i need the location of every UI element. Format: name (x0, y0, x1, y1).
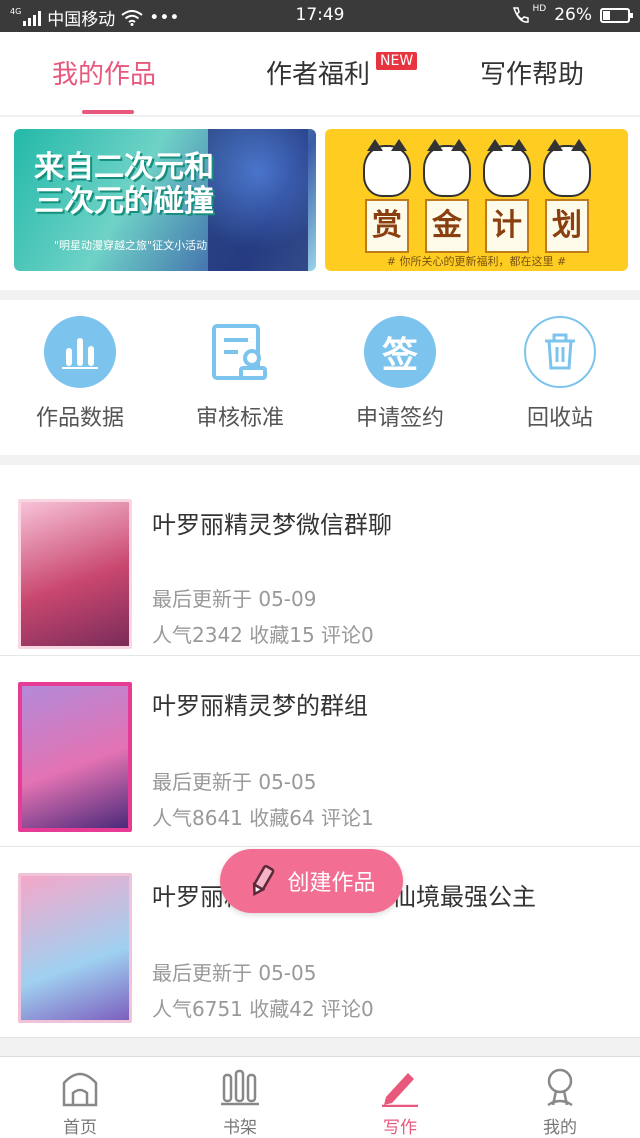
work-stats: 人气6751 收藏42 评论0 (152, 997, 374, 1021)
bar-chart-icon (44, 316, 116, 388)
hd-label: HD (532, 4, 547, 14)
nav-bookshelf[interactable]: 书架 (160, 1065, 320, 1138)
bounty-char: 计 (485, 199, 529, 253)
top-tabs: 我的作品 作者福利 NEW 写作帮助 (0, 32, 640, 116)
cat-illustration (423, 139, 471, 197)
cat-illustration (543, 139, 591, 197)
pencil-icon (253, 864, 275, 897)
tab-writing-help[interactable]: 写作帮助 (480, 54, 584, 91)
banner-area: 来自二次元和 三次元的碰撞 "明星动漫穿越之旅"征文小活动 赏 金 计 划 # … (0, 117, 640, 290)
sign-glyph: 签 (381, 335, 418, 376)
action-label: 回收站 (526, 406, 593, 431)
sign-icon: 签 (364, 316, 436, 388)
nav-label: 我的 (543, 1118, 577, 1138)
new-badge: NEW (376, 52, 418, 70)
banner-left-title-line1: 来自二次元和 (34, 150, 214, 185)
cat-illustration (483, 139, 531, 197)
banner-left-subtitle: "明星动漫穿越之旅"征文小活动 (54, 239, 208, 252)
action-apply-contract[interactable]: 签 申请签约 (320, 316, 480, 432)
bounty-char: 划 (545, 199, 589, 253)
profile-icon (480, 1065, 640, 1109)
work-updated: 最后更新于 05-05 (152, 961, 317, 985)
action-review-standard[interactable]: 审核标准 (160, 316, 320, 432)
create-work-label: 创建作品 (287, 871, 376, 896)
list-item[interactable]: 叶罗丽精灵梦的群组 最后更新于 05-05 人气8641 收藏64 评论1 (0, 656, 640, 847)
battery-icon (600, 7, 633, 23)
nav-write[interactable]: 写作 (320, 1065, 480, 1138)
work-title: 叶罗丽精灵梦的群组 (152, 692, 368, 720)
nav-mine[interactable]: 我的 (480, 1065, 640, 1138)
bounty-char: 金 (425, 199, 469, 253)
banner-right-footer: # 你所关心的更新福利，都在这里 # (386, 255, 567, 268)
bookshelf-icon (160, 1065, 320, 1109)
list-item[interactable]: 叶罗丽精灵梦微信群聊 最后更新于 05-09 人气2342 收藏15 评论0 (0, 465, 640, 656)
status-right: HD 26% (511, 4, 633, 25)
action-recycle-bin[interactable]: 回收站 (480, 316, 640, 432)
pen-icon (320, 1065, 480, 1109)
tab-my-works[interactable]: 我的作品 (52, 54, 156, 91)
status-bar: 4G 中国移动 ••• 17:49 HD 26% (0, 0, 640, 32)
nav-home[interactable]: 首页 (0, 1065, 160, 1138)
nav-label: 书架 (223, 1118, 257, 1138)
work-cover-image (18, 682, 132, 832)
phone-hd-icon (512, 7, 529, 23)
create-work-button[interactable]: 创建作品 (220, 849, 403, 913)
battery-percent: 26% (554, 5, 592, 25)
work-title: 叶罗丽精灵梦微信群聊 (152, 511, 392, 539)
work-updated: 最后更新于 05-09 (152, 587, 317, 611)
bounty-char: 赏 (365, 199, 409, 253)
review-doc-icon (204, 316, 276, 388)
work-cover-image (18, 499, 132, 649)
action-label: 申请签约 (355, 406, 444, 431)
work-cover-image (18, 873, 132, 1023)
active-tab-indicator (82, 110, 134, 114)
home-icon (0, 1065, 160, 1109)
nav-label: 首页 (63, 1118, 97, 1138)
quick-actions: 作品数据 审核标准 签 申请签约 回收站 (0, 300, 640, 455)
nav-label: 写作 (383, 1118, 417, 1138)
work-stats: 人气8641 收藏64 评论1 (152, 806, 374, 830)
bottom-nav: 首页 书架 写作 我的 (0, 1056, 640, 1138)
banner-left-title: 来自二次元和 三次元的碰撞 (34, 151, 224, 219)
work-stats: 人气2342 收藏15 评论0 (152, 623, 374, 647)
action-works-data[interactable]: 作品数据 (0, 316, 160, 432)
action-label: 审核标准 (195, 406, 284, 431)
trash-icon (524, 316, 596, 388)
work-updated: 最后更新于 05-05 (152, 770, 317, 794)
banner-anime-event[interactable]: 来自二次元和 三次元的碰撞 "明星动漫穿越之旅"征文小活动 (14, 129, 316, 271)
tab-author-benefits[interactable]: 作者福利 (266, 54, 370, 91)
action-label: 作品数据 (35, 406, 124, 431)
works-list: 叶罗丽精灵梦微信群聊 最后更新于 05-09 人气2342 收藏15 评论0 叶… (0, 465, 640, 1038)
banner-bounty-plan[interactable]: 赏 金 计 划 # 你所关心的更新福利，都在这里 # (325, 129, 628, 271)
banner-left-title-line2: 三次元的碰撞 (34, 184, 214, 219)
cat-illustration (363, 139, 411, 197)
